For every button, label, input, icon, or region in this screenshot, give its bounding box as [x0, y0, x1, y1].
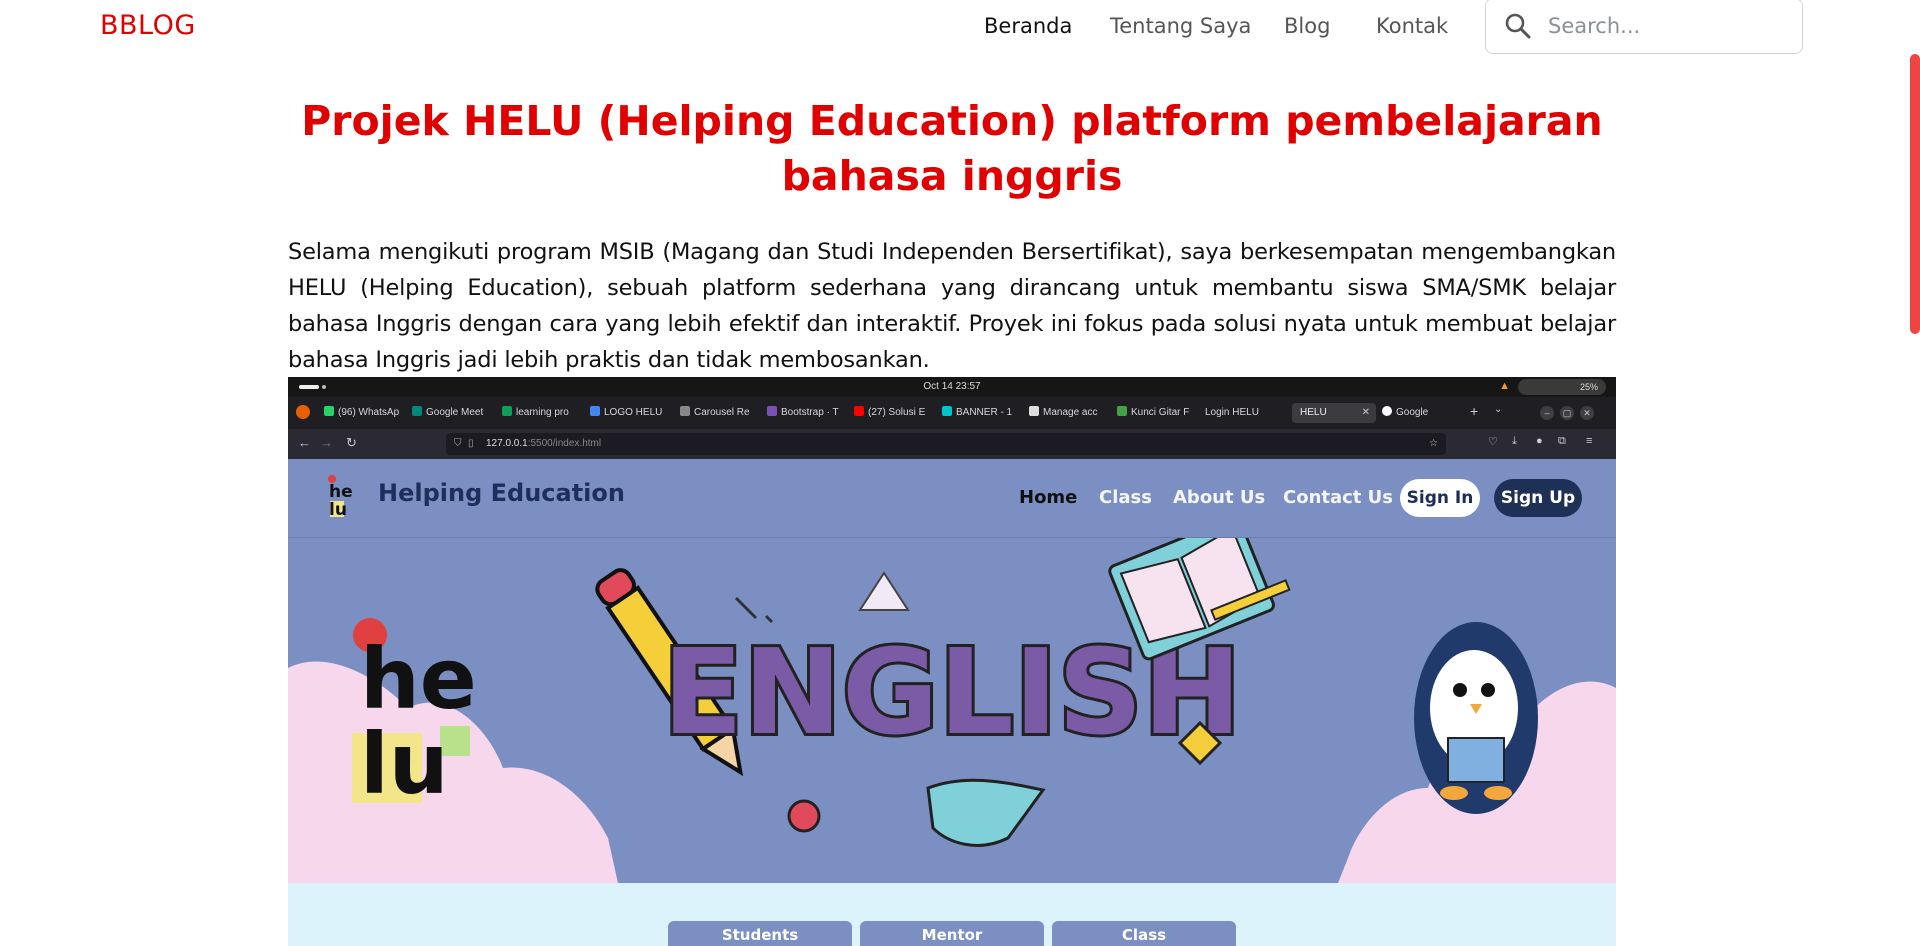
browser-urlbar: ← → ↻ ⛉ ▯ 127.0.0.1:5500/index.html ☆ ♡ …: [288, 429, 1616, 459]
nav-tentang-saya[interactable]: Tentang Saya: [1110, 14, 1251, 38]
download-icon[interactable]: ⤓: [1512, 435, 1517, 448]
minimize-icon[interactable]: –: [1540, 406, 1554, 420]
reload-icon[interactable]: ↻: [346, 435, 357, 451]
page-scrollbar[interactable]: [1907, 0, 1920, 946]
site-nav-about-us[interactable]: About Us: [1173, 487, 1265, 508]
url-host: 127.0.0.1: [486, 438, 528, 449]
sign-up-button[interactable]: Sign Up: [1494, 479, 1582, 517]
browser-tab[interactable]: Google Meet: [412, 403, 492, 423]
browser-tab[interactable]: LOGO HELU: [590, 403, 668, 423]
browser-tab[interactable]: BANNER - 1: [942, 403, 1018, 423]
scrollbar-thumb[interactable]: [1910, 54, 1920, 334]
account-icon[interactable]: ●: [1536, 435, 1543, 447]
article-title: Projek HELU (Helping Education) platform…: [301, 97, 1603, 200]
nav-kontak[interactable]: Kontak: [1376, 14, 1448, 38]
search-box[interactable]: [1485, 0, 1803, 54]
maximize-icon[interactable]: ▢: [1560, 406, 1574, 420]
browser-tab[interactable]: Login HELU: [1205, 403, 1285, 423]
star-icon[interactable]: ☆: [1429, 433, 1438, 455]
svg-text:lu: lu: [329, 500, 347, 520]
new-tab-icon[interactable]: +: [1470, 403, 1478, 419]
pocket-icon[interactable]: ♡: [1488, 435, 1498, 448]
hero-banner: he lu ENGLISH: [288, 538, 1616, 883]
browser-tab[interactable]: Kunci Gitar F: [1117, 403, 1195, 423]
menu-icon[interactable]: ≡: [1586, 435, 1592, 447]
sign-in-button[interactable]: Sign In: [1400, 479, 1480, 517]
site-name[interactable]: Helping Education: [378, 479, 625, 507]
search-input[interactable]: [1546, 11, 1786, 41]
top-navbar: BBLOG Beranda Tentang Saya Blog Kontak: [0, 0, 1920, 56]
nav-beranda[interactable]: Beranda: [984, 14, 1072, 38]
chevron-down-icon[interactable]: ⌄: [1494, 404, 1502, 415]
system-topbar: Oct 14 23:57 ▲ 25%: [288, 377, 1616, 397]
penguin-icon: [1414, 622, 1538, 814]
helu-logo-icon[interactable]: he lu: [326, 473, 360, 523]
tab-mentor[interactable]: Mentor: [860, 921, 1044, 946]
site-nav-home[interactable]: Home: [1019, 487, 1077, 508]
browser-tab[interactable]: Carousel Re: [680, 403, 760, 423]
firefox-icon: [296, 405, 310, 419]
browser-tab[interactable]: Google: [1382, 403, 1452, 423]
system-status: 25%: [1518, 379, 1606, 395]
project-screenshot: Oct 14 23:57 ▲ 25% (96) WhatsAp Google M…: [288, 377, 1616, 946]
tab-class[interactable]: Class: [1052, 921, 1236, 946]
article-body: Selama mengikuti program MSIB (Magang da…: [288, 239, 1616, 373]
browser-tab-active[interactable]: HELU ✕: [1292, 403, 1376, 423]
page-info-icon: ▯: [468, 438, 474, 449]
shield-icon: ⛉: [454, 438, 462, 449]
url-path: :5500/index.html: [527, 438, 602, 449]
browser-tab[interactable]: Bootstrap · T: [767, 403, 843, 423]
svg-text:lu: lu: [360, 715, 449, 813]
site-nav-class[interactable]: Class: [1099, 487, 1152, 508]
close-tab-icon[interactable]: ✕: [1362, 403, 1370, 423]
back-icon[interactable]: ←: [298, 435, 311, 450]
forward-icon[interactable]: →: [320, 435, 333, 450]
browser-tab[interactable]: (27) Solusi E: [854, 403, 930, 423]
close-window-icon[interactable]: ✕: [1580, 406, 1594, 420]
svg-text:he: he: [329, 482, 353, 502]
helu-site-header: he lu Helping Education Home Class About…: [288, 459, 1616, 538]
url-field[interactable]: ⛉ ▯ 127.0.0.1:5500/index.html ☆: [446, 433, 1446, 455]
nav-blog[interactable]: Blog: [1284, 14, 1330, 38]
search-icon: [1505, 13, 1531, 39]
warning-icon: ▲: [1499, 380, 1510, 392]
system-clock: Oct 14 23:57: [923, 381, 981, 392]
browser-tab[interactable]: (96) WhatsAp: [324, 403, 400, 423]
extensions-icon[interactable]: ⧉: [1558, 435, 1566, 448]
stats-section: Students Mentor Class: [288, 883, 1616, 946]
site-nav-contact-us[interactable]: Contact Us: [1283, 487, 1393, 508]
tab-students[interactable]: Students: [668, 921, 852, 946]
battery-level: 25%: [1579, 382, 1598, 392]
browser-tab[interactable]: Manage acc: [1029, 403, 1107, 423]
brand-logo[interactable]: BBLOG: [100, 10, 196, 41]
browser-tabstrip: (96) WhatsAp Google Meet learning pro LO…: [288, 397, 1616, 429]
browser-tab[interactable]: learning pro: [502, 403, 578, 423]
svg-text:he: he: [360, 630, 477, 728]
